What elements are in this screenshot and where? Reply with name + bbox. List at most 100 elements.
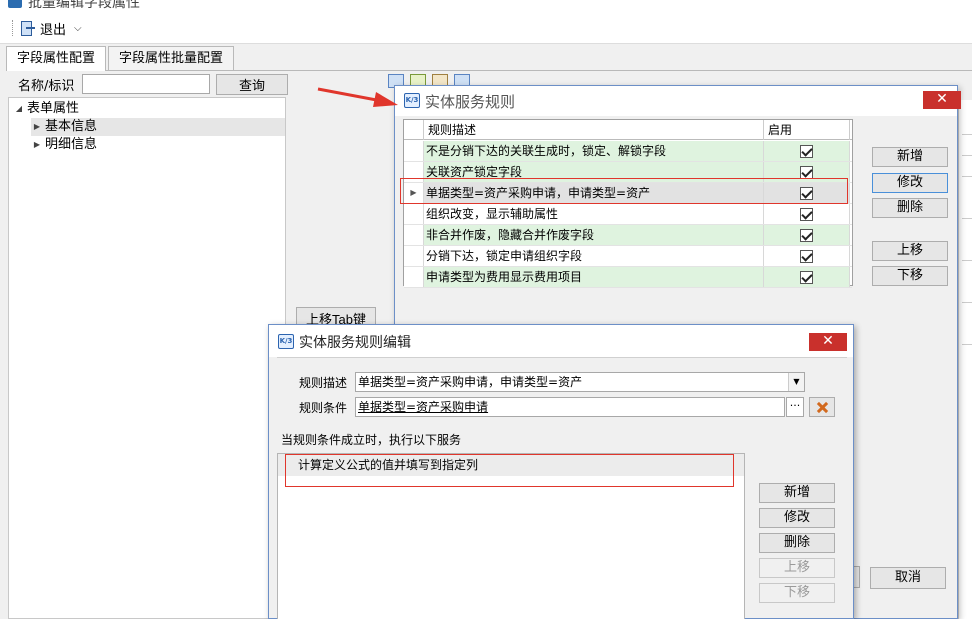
- grid-line: [962, 260, 972, 261]
- enabled-cell: [764, 246, 850, 266]
- table-row[interactable]: 关联资产锁定字段: [404, 162, 852, 183]
- main-grid-edge: [958, 100, 972, 619]
- main-toolbar: 退出 ⌵: [0, 10, 972, 44]
- add-rule-button[interactable]: 新增: [872, 147, 948, 167]
- delete-service-button[interactable]: 删除: [759, 533, 835, 553]
- row-indicator: [404, 162, 424, 182]
- ellipsis-button[interactable]: ···: [786, 397, 804, 417]
- tab-batch-field-properties[interactable]: 字段属性批量配置: [108, 46, 235, 70]
- tree-node-label: 表单属性: [27, 101, 80, 116]
- search-row: 名称/标识 查询: [18, 73, 288, 95]
- rules-grid-header: 规则描述 启用: [404, 120, 852, 140]
- rule-desc-cell: 关联资产锁定字段: [424, 162, 764, 182]
- dialog-title: 实体服务规则编辑: [299, 335, 411, 351]
- chevron-down-icon[interactable]: ▼: [788, 373, 804, 391]
- rule-desc-row: 规则描述 单据类型=资产采购申请，申请类型=资产 ▼: [299, 371, 805, 393]
- move-down-rule-button[interactable]: 下移: [872, 266, 948, 286]
- chevron-down-icon[interactable]: ⌵: [74, 23, 82, 34]
- row-indicator: [404, 225, 424, 245]
- exit-label: 退出: [40, 22, 67, 38]
- enabled-checkbox[interactable]: [800, 207, 813, 221]
- row-indicator: [404, 267, 424, 287]
- close-icon: ✕: [822, 333, 834, 349]
- close-icon: ✕: [936, 91, 948, 107]
- enabled-checkbox[interactable]: [800, 228, 813, 242]
- dialog-titlebar: K/3 实体服务规则 ✕: [395, 86, 961, 116]
- tab-field-properties[interactable]: 字段属性配置: [6, 46, 107, 71]
- tab-panel-border: [6, 70, 972, 71]
- rule-desc-cell: 非合并作废，隐藏合并作废字段: [424, 225, 764, 245]
- tree-node-label: 基本信息: [45, 119, 98, 134]
- rule-desc-cell: 不是分销下达的关联生成时，锁定、解锁字段: [424, 141, 764, 161]
- tab-bar: 字段属性配置 字段属性批量配置: [6, 46, 236, 71]
- indicator-column-header: [404, 120, 424, 140]
- edit-service-button[interactable]: 修改: [759, 508, 835, 528]
- table-row[interactable]: 不是分销下达的关联生成时，锁定、解锁字段: [404, 141, 852, 162]
- enabled-cell: [764, 183, 850, 203]
- ok-button[interactable]: [854, 566, 860, 588]
- table-row[interactable]: 非合并作废，隐藏合并作废字段: [404, 225, 852, 246]
- tree-node-root[interactable]: ◢ 表单属性: [13, 100, 79, 118]
- enabled-checkbox[interactable]: [800, 249, 813, 263]
- clear-condition-button[interactable]: [809, 397, 835, 417]
- tree-expanded-icon[interactable]: ◢: [13, 100, 25, 118]
- close-button[interactable]: ✕: [923, 91, 961, 109]
- tree-collapsed-icon[interactable]: ▶: [31, 136, 43, 154]
- delete-rule-button[interactable]: 删除: [872, 198, 948, 218]
- table-row[interactable]: ▶ 单据类型=资产采购申请，申请类型=资产: [404, 183, 852, 204]
- row-indicator: [404, 204, 424, 224]
- rule-edit-dialog: K/3 实体服务规则编辑 ✕ 规则描述 单据类型=资产采购申请，申请类型=资产 …: [268, 324, 854, 619]
- rule-desc-cell: 申请类型为费用显示费用项目: [424, 267, 764, 287]
- rule-desc-combobox[interactable]: 单据类型=资产采购申请，申请类型=资产 ▼: [355, 372, 805, 392]
- exit-icon: [20, 20, 36, 36]
- enabled-cell: [764, 141, 850, 161]
- enabled-cell: [764, 162, 850, 182]
- move-down-service-button[interactable]: 下移: [759, 583, 835, 603]
- grid-line: [962, 344, 972, 345]
- grid-line: [962, 155, 972, 156]
- rule-desc-cell: 组织改变，显示辅助属性: [424, 204, 764, 224]
- column-header-desc[interactable]: 规则描述: [424, 120, 764, 140]
- exit-button[interactable]: 退出 ⌵: [20, 18, 82, 38]
- rule-desc-cell: 分销下达，锁定申请组织字段: [424, 246, 764, 266]
- rule-cond-label: 规则条件: [299, 400, 348, 415]
- column-header-enabled[interactable]: 启用: [764, 120, 850, 140]
- rule-desc-cell: 单据类型=资产采购申请，申请类型=资产: [424, 183, 764, 203]
- table-row[interactable]: 组织改变，显示辅助属性: [404, 204, 852, 225]
- tree-node-detail-info[interactable]: ▶ 明细信息: [31, 136, 97, 154]
- row-indicator: [404, 246, 424, 266]
- rules-grid: 规则描述 启用 不是分销下达的关联生成时，锁定、解锁字段 关联资产锁定字段 ▶ …: [403, 119, 853, 288]
- rule-desc-value: 单据类型=资产采购申请，申请类型=资产: [358, 375, 583, 389]
- tree-node-basic-info[interactable]: ▶ 基本信息: [31, 118, 285, 136]
- table-row[interactable]: 申请类型为费用显示费用项目: [404, 267, 852, 288]
- grid-line: [962, 218, 972, 219]
- add-service-button[interactable]: 新增: [759, 483, 835, 503]
- move-up-service-button[interactable]: 上移: [759, 558, 835, 578]
- enabled-cell: [764, 267, 850, 287]
- enabled-checkbox[interactable]: [800, 144, 813, 158]
- search-input[interactable]: [82, 74, 210, 94]
- k3-app-icon: K/3: [404, 93, 420, 108]
- search-label: 名称/标识: [18, 78, 75, 94]
- k3-app-icon: K/3: [278, 334, 294, 349]
- query-button[interactable]: 查询: [216, 73, 288, 95]
- rule-cond-input[interactable]: 单据类型=资产采购申请: [355, 397, 785, 417]
- enabled-cell: [764, 204, 850, 224]
- grid-line: [962, 302, 972, 303]
- rule-desc-label: 规则描述: [299, 375, 348, 390]
- close-button[interactable]: ✕: [809, 333, 847, 351]
- enabled-checkbox[interactable]: [800, 270, 813, 284]
- dialog-titlebar: K/3 实体服务规则编辑 ✕: [269, 325, 853, 357]
- enabled-cell: [764, 225, 850, 245]
- main-window-title: 批量编辑字段属性: [28, 0, 140, 10]
- cancel-button[interactable]: 取消: [870, 567, 946, 589]
- enabled-checkbox[interactable]: [800, 186, 813, 200]
- list-item[interactable]: 计算定义公式的值并填写到指定列: [278, 454, 744, 476]
- tree-collapsed-icon[interactable]: ▶: [31, 118, 43, 136]
- table-row[interactable]: 分销下达，锁定申请组织字段: [404, 246, 852, 267]
- enabled-checkbox[interactable]: [800, 165, 813, 179]
- main-window-titlebar: 批量编辑字段属性: [0, 0, 972, 10]
- edit-rule-button[interactable]: 修改: [872, 173, 948, 193]
- title-divider: [277, 357, 847, 358]
- move-up-rule-button[interactable]: 上移: [872, 241, 948, 261]
